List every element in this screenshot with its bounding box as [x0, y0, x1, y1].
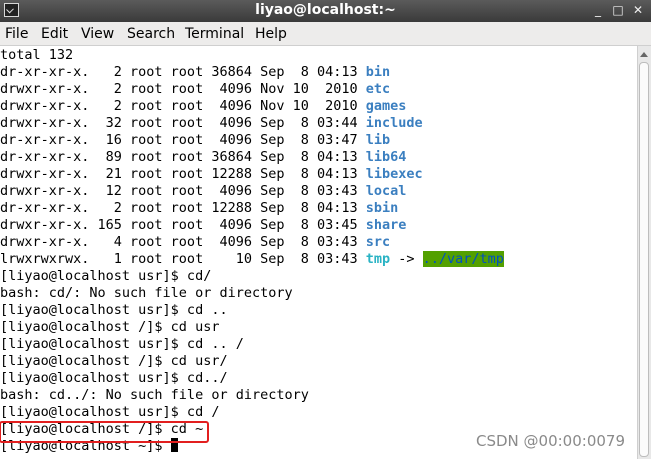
terminal-line: [liyao@localhost usr]$ cd../ — [0, 370, 228, 387]
terminal-line: bash: cd/: No such file or directory — [0, 285, 293, 302]
terminal-line: [liyao@localhost usr]$ cd .. — [0, 302, 228, 319]
line-text: drwxr-xr-x. 4 root root 4096 Sep 8 03:43 — [0, 234, 366, 250]
terminal-line: [liyao@localhost usr]$ cd .. / — [0, 336, 244, 353]
directory-name: local — [365, 183, 407, 199]
terminal-line: lrwxrwxrwx. 1 root root 10 Sep 8 03:43 t… — [0, 251, 504, 268]
menu-file[interactable]: File — [5, 26, 28, 42]
maximize-icon[interactable]: □ — [610, 3, 626, 18]
terminal-output[interactable]: total 132 dr-xr-xr-x. 2 root root 36864 S… — [0, 46, 637, 459]
symlink-target: ../var/tmp — [422, 251, 504, 267]
terminal-line: drwxr-xr-x. 21 root root 12288 Sep 8 04:… — [0, 166, 423, 183]
window-title: liyao@localhost:~ — [255, 2, 396, 18]
directory-name: src — [365, 234, 391, 250]
line-text: lrwxrwxrwx. 1 root root 10 Sep 8 03:43 — [0, 251, 366, 267]
line-text: [liyao@localhost usr]$ cd .. — [0, 302, 228, 318]
terminal-line: drwxr-xr-x. 12 root root 4096 Sep 8 03:4… — [0, 183, 406, 200]
menu-search[interactable]: Search — [127, 26, 175, 42]
menu-bar: File Edit View Search Terminal Help — [0, 22, 651, 46]
terminal-line: dr-xr-xr-x. 2 root root 36864 Sep 8 04:1… — [0, 64, 390, 81]
terminal-line: [liyao@localhost usr]$ cd/ — [0, 268, 211, 285]
line-text: [liyao@localhost /]$ cd usr — [0, 319, 220, 335]
terminal-line: drwxr-xr-x. 165 root root 4096 Sep 8 03:… — [0, 217, 406, 234]
line-text: [liyao@localhost usr]$ cd / — [0, 404, 220, 420]
terminal-line: total 132 — [0, 47, 73, 64]
terminal-line: dr-xr-xr-x. 89 root root 36864 Sep 8 04:… — [0, 149, 406, 166]
close-icon[interactable]: ✕ — [630, 3, 646, 18]
minimize-icon[interactable]: _ — [590, 3, 606, 18]
menu-help[interactable]: Help — [255, 26, 287, 42]
terminal-line: drwxr-xr-x. 2 root root 4096 Nov 10 2010… — [0, 81, 390, 98]
title-bar: liyao@localhost:~ _ □ ✕ — [0, 0, 651, 22]
directory-name: include — [365, 115, 423, 131]
line-text: [liyao@localhost usr]$ cd../ — [0, 370, 228, 386]
scrollbar[interactable] — [637, 46, 651, 459]
directory-name: share — [365, 217, 407, 233]
line-text: bash: cd../: No such file or directory — [0, 387, 309, 403]
terminal-line: dr-xr-xr-x. 16 root root 4096 Sep 8 03:4… — [0, 132, 390, 149]
directory-name: etc — [365, 81, 391, 97]
line-text: dr-xr-xr-x. 16 root root 4096 Sep 8 03:4… — [0, 132, 366, 148]
directory-name: lib — [365, 132, 391, 148]
line-text: bash: cd/: No such file or directory — [0, 285, 293, 301]
terminal-line: [liyao@localhost /]$ cd usr/ — [0, 353, 228, 370]
highlight-box — [0, 421, 209, 443]
directory-name: bin — [365, 64, 391, 80]
directory-name: games — [365, 98, 407, 114]
menu-edit[interactable]: Edit — [41, 26, 68, 42]
line-text: drwxr-xr-x. 165 root root 4096 Sep 8 03:… — [0, 217, 366, 233]
directory-name: lib64 — [365, 149, 407, 165]
line-text: [liyao@localhost /]$ cd usr/ — [0, 353, 228, 369]
line-text: dr-xr-xr-x. 2 root root 12288 Sep 8 04:1… — [0, 200, 366, 216]
line-text: dr-xr-xr-x. 2 root root 36864 Sep 8 04:1… — [0, 64, 366, 80]
scrollbar-thumb[interactable] — [639, 62, 649, 457]
terminal-line: drwxr-xr-x. 2 root root 4096 Nov 10 2010… — [0, 98, 406, 115]
watermark: CSDN @00:00:0079 — [476, 432, 625, 450]
directory-name: tmp — [365, 251, 391, 267]
line-text: drwxr-xr-x. 2 root root 4096 Nov 10 2010 — [0, 98, 366, 114]
menu-terminal[interactable]: Terminal — [185, 26, 244, 42]
symlink-arrow: -> — [390, 251, 423, 267]
line-text: drwxr-xr-x. 32 root root 4096 Sep 8 03:4… — [0, 115, 366, 131]
terminal-line: [liyao@localhost usr]$ cd / — [0, 404, 219, 421]
line-text: drwxr-xr-x. 12 root root 4096 Sep 8 03:4… — [0, 183, 366, 199]
terminal-line: dr-xr-xr-x. 2 root root 12288 Sep 8 04:1… — [0, 200, 398, 217]
terminal-line: bash: cd../: No such file or directory — [0, 387, 309, 404]
line-text: drwxr-xr-x. 21 root root 12288 Sep 8 04:… — [0, 166, 366, 182]
menu-view[interactable]: View — [81, 26, 114, 42]
directory-name: sbin — [365, 200, 399, 216]
line-text: drwxr-xr-x. 2 root root 4096 Nov 10 2010 — [0, 81, 366, 97]
line-text: [liyao@localhost usr]$ cd .. / — [0, 336, 244, 352]
scroll-up-icon[interactable] — [640, 52, 648, 57]
directory-name: libexec — [365, 166, 423, 182]
line-text: total 132 — [0, 47, 74, 63]
line-text: dr-xr-xr-x. 89 root root 36864 Sep 8 04:… — [0, 149, 366, 165]
terminal-line: [liyao@localhost /]$ cd usr — [0, 319, 219, 336]
line-text: [liyao@localhost usr]$ cd/ — [0, 268, 212, 284]
terminal-line: drwxr-xr-x. 4 root root 4096 Sep 8 03:43… — [0, 234, 390, 251]
terminal-line: drwxr-xr-x. 32 root root 4096 Sep 8 03:4… — [0, 115, 423, 132]
